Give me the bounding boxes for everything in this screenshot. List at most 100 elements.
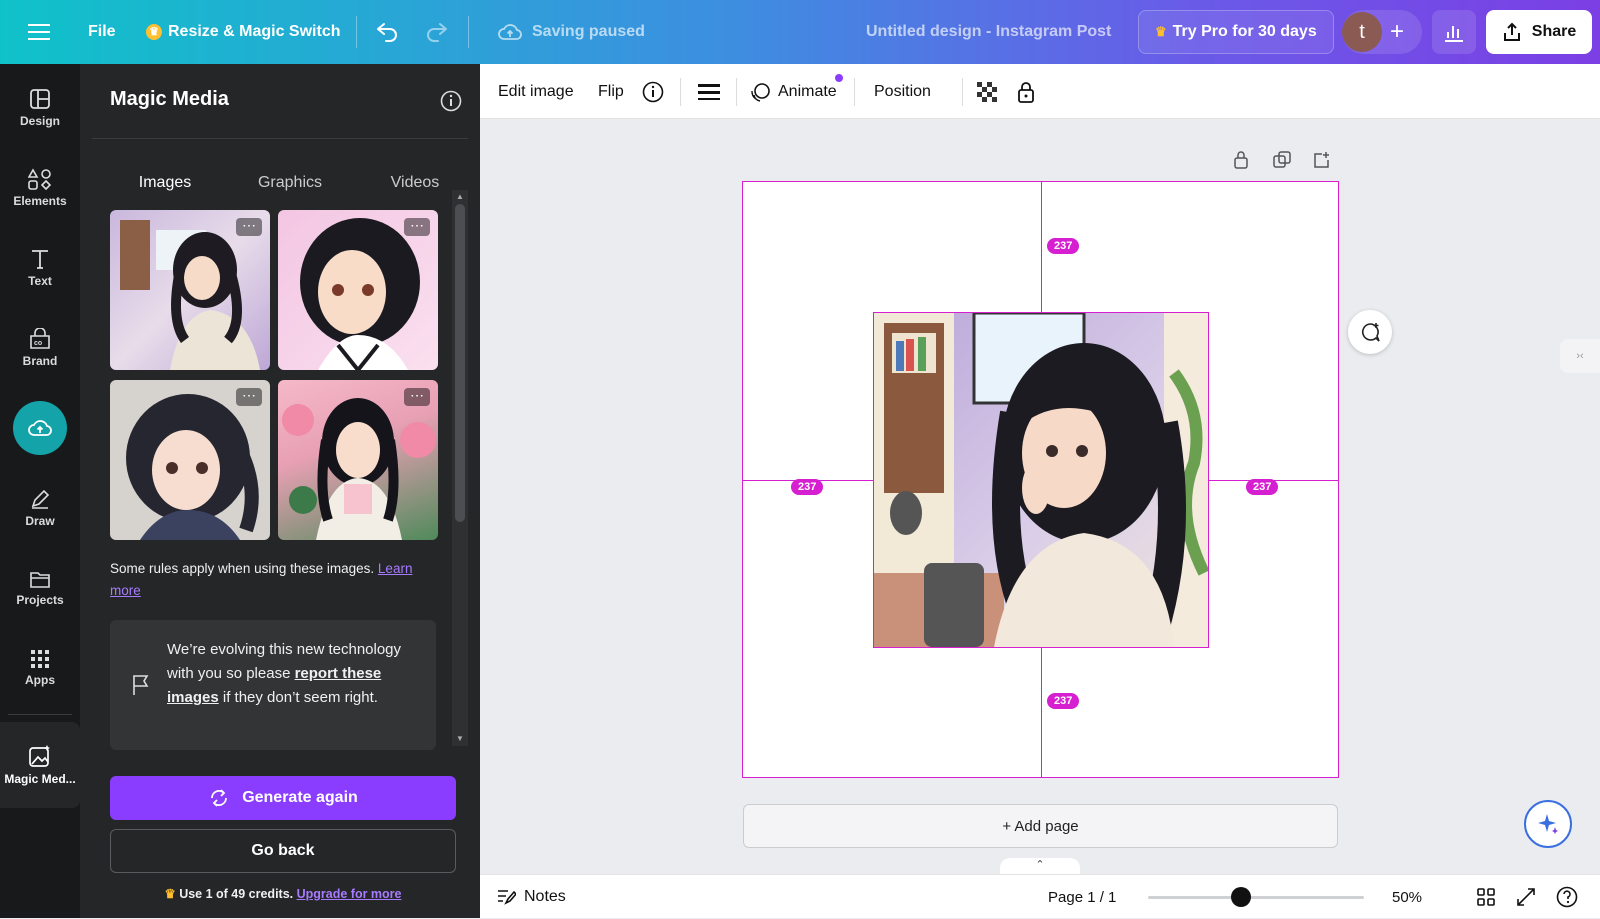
lock-icon[interactable] (1016, 64, 1036, 119)
more-options-icon[interactable]: ⋯ (404, 388, 430, 406)
go-back-button[interactable]: Go back (110, 829, 456, 873)
magic-assistant-icon[interactable] (1524, 800, 1572, 848)
rules-text: Some rules apply when using these images… (110, 558, 430, 602)
rail-item-text[interactable]: Text (0, 232, 80, 304)
saving-status: Saving paused (498, 0, 645, 64)
scrollbar-thumb[interactable] (455, 204, 465, 522)
scroll-down-icon[interactable]: ▼ (456, 734, 464, 743)
rail-item-draw[interactable]: Draw (0, 472, 80, 544)
design-page[interactable]: 237 237 237 237 (742, 181, 1339, 778)
rail-item-projects[interactable]: Projects (0, 552, 80, 624)
page-lock-icon[interactable] (1232, 150, 1250, 170)
rail-item-brand[interactable]: co Brand (0, 312, 80, 384)
generate-again-label: Generate again (242, 789, 358, 806)
rail-item-uploads[interactable] (0, 392, 80, 464)
credits-line: ♛ Use 1 of 49 credits. Upgrade for more (110, 886, 456, 901)
tab-graphics[interactable]: Graphics (230, 158, 350, 208)
design-title[interactable]: Untitled design - Instagram Post (866, 0, 1111, 64)
duplicate-page-icon[interactable] (1272, 150, 1292, 170)
position-button[interactable]: Position (874, 64, 931, 119)
border-style-icon[interactable] (698, 64, 720, 119)
shapes-icon (28, 168, 52, 190)
flip-button[interactable]: Flip (598, 64, 624, 119)
zoom-slider[interactable] (1148, 887, 1364, 907)
divider (736, 78, 737, 106)
cloud-upload-icon (13, 401, 67, 455)
undo-icon[interactable] (375, 0, 399, 64)
animate-button[interactable]: Animate (750, 64, 843, 119)
side-handle-icon[interactable]: ›‹ (1560, 339, 1600, 373)
generated-image-4[interactable]: ⋯ (278, 380, 438, 540)
go-back-label: Go back (251, 842, 315, 859)
add-page-button[interactable]: + Add page (743, 804, 1338, 848)
brand-icon: co (30, 328, 50, 349)
info-icon[interactable] (642, 64, 664, 119)
add-comment-icon[interactable] (1348, 310, 1392, 354)
more-options-icon[interactable]: ⋯ (404, 218, 430, 236)
rail-item-apps[interactable]: Apps (0, 632, 80, 704)
cloud-icon (498, 24, 522, 40)
svg-text:co: co (34, 340, 42, 347)
tab-label: Graphics (257, 174, 323, 191)
insights-icon[interactable] (1432, 10, 1476, 54)
generate-again-button[interactable]: Generate again (110, 776, 456, 820)
divider (468, 16, 469, 48)
crown-icon: ♛ (1155, 24, 1167, 39)
fullscreen-icon[interactable] (1516, 887, 1536, 907)
more-options-icon[interactable]: ⋯ (236, 388, 262, 406)
redo-icon[interactable] (425, 0, 449, 64)
tab-videos[interactable]: Videos (365, 158, 465, 208)
menu-icon[interactable] (28, 0, 50, 64)
panel-scrollbar[interactable]: ▲ ▼ (452, 190, 468, 746)
tab-label: Videos (390, 174, 440, 191)
add-page-label: + Add page (1002, 817, 1079, 835)
new-dot (834, 74, 843, 82)
collaborators-group: t + (1342, 10, 1422, 54)
share-button[interactable]: Share (1486, 10, 1592, 54)
zoom-level[interactable]: 50% (1392, 875, 1422, 919)
top-bar: File ♛ Resize & Magic Switch Saving paus… (0, 0, 1600, 64)
try-pro-button[interactable]: ♛ Try Pro for 30 days (1138, 10, 1334, 54)
rail-item-elements[interactable]: Elements (0, 152, 80, 224)
bottom-bar: Notes Page 1 / 1 50% (480, 874, 1600, 918)
rail-item-magic-media[interactable]: Magic Med... (0, 722, 80, 808)
scroll-up-icon[interactable]: ▲ (456, 192, 464, 201)
rules-label: Some rules apply when using these images… (110, 561, 375, 576)
rail-label: Magic Med... (4, 772, 76, 786)
notes-label: Notes (524, 888, 566, 905)
add-page-icon[interactable] (1312, 150, 1332, 170)
rail-label: Design (19, 114, 60, 128)
info-icon[interactable] (440, 90, 462, 112)
animate-icon (751, 82, 770, 102)
upgrade-link[interactable]: Upgrade for more (297, 887, 402, 901)
generated-image-2[interactable]: ⋯ (278, 210, 438, 370)
zoom-slider-thumb[interactable] (1230, 887, 1251, 907)
rail-item-design[interactable]: Design (0, 72, 80, 144)
page-indicator[interactable]: Page 1 / 1 (1048, 875, 1116, 919)
rail-divider (8, 714, 72, 715)
resize-magic-switch-button[interactable]: ♛ Resize & Magic Switch (146, 0, 341, 64)
tab-images[interactable]: Images (110, 158, 220, 208)
add-collaborator-icon[interactable]: + (1390, 18, 1404, 46)
folder-icon (30, 572, 50, 588)
animate-label: Animate (778, 82, 837, 100)
help-icon[interactable] (1556, 886, 1578, 908)
selected-image[interactable] (873, 312, 1209, 648)
notes-button[interactable]: Notes (496, 875, 566, 919)
edit-image-button[interactable]: Edit image (498, 64, 574, 119)
file-menu[interactable]: File (88, 0, 116, 64)
transparency-icon[interactable] (977, 64, 997, 119)
rail-label: Projects (16, 593, 64, 607)
grid-view-icon[interactable] (1476, 887, 1496, 907)
side-rail: Design Elements Text co Brand Draw Proje… (0, 64, 80, 918)
share-label: Share (1531, 23, 1577, 40)
notes-icon (498, 890, 516, 905)
generated-image-1[interactable]: ⋯ (110, 210, 270, 370)
try-pro-label: Try Pro for 30 days (1172, 23, 1317, 40)
generated-image-3[interactable]: ⋯ (110, 380, 270, 540)
panel-title: Magic Media (110, 88, 229, 110)
spacing-bottom-badge: 237 (1047, 693, 1080, 709)
more-options-icon[interactable]: ⋯ (236, 218, 262, 236)
avatar[interactable]: t (1342, 12, 1382, 52)
panel-divider (92, 138, 468, 139)
